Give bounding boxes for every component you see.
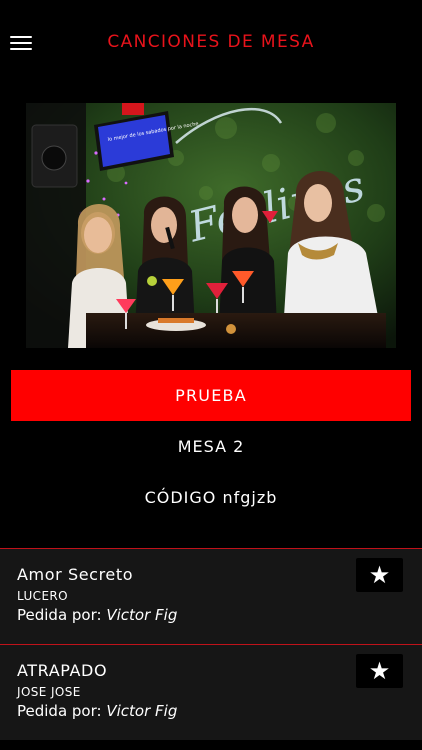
page-title: CANCIONES DE MESA (107, 32, 315, 52)
song-item[interactable]: ATRAPADO JOSE JOSE Pedida por: Victor Fi… (0, 644, 422, 740)
requester-name: Victor Fig (106, 702, 178, 720)
song-list: Amor Secreto LUCERO Pedida por: Victor F… (0, 548, 422, 740)
requested-by-label: Pedida por: (17, 606, 102, 624)
song-title: Amor Secreto (17, 565, 134, 584)
song-artist: JOSE JOSE (17, 685, 81, 699)
table-name: MESA 2 (177, 437, 245, 456)
song-item[interactable]: Amor Secreto LUCERO Pedida por: Victor F… (0, 548, 422, 644)
table-code: CÓDIGO nfgjzb (144, 488, 278, 507)
requested-by-label: Pedida por: (17, 702, 102, 720)
app-header: CANCIONES DE MESA (0, 0, 422, 86)
requested-by: Pedida por: Victor Fig (17, 606, 177, 624)
song-title: ATRAPADO (17, 661, 108, 680)
song-artist: LUCERO (17, 589, 69, 603)
hero-photo: lo mejor de los sabados por la noche Fee… (26, 103, 396, 348)
prueba-button[interactable]: PRUEBA (11, 370, 411, 421)
star-icon[interactable]: ★ (356, 654, 403, 688)
star-icon[interactable]: ★ (356, 558, 403, 592)
requested-by: Pedida por: Victor Fig (17, 702, 177, 720)
requester-name: Victor Fig (106, 606, 178, 624)
